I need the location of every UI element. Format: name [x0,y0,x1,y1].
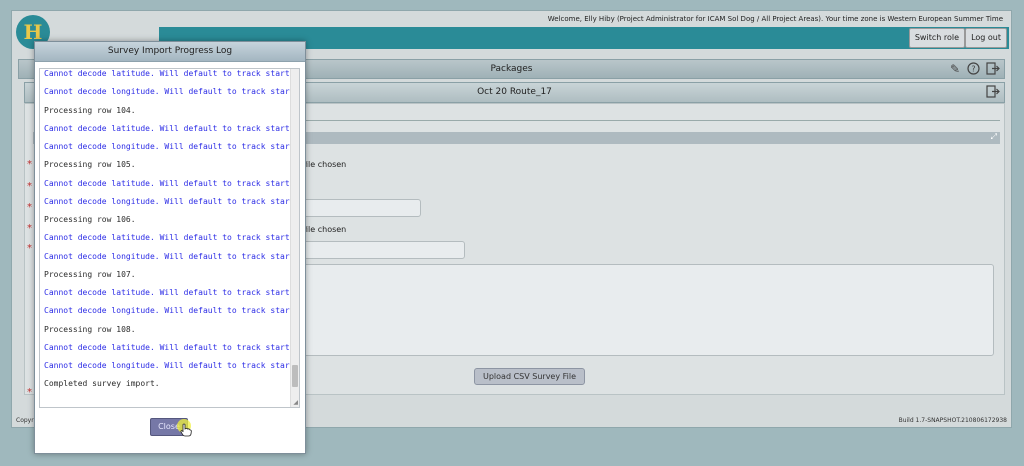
required-marker: * [27,223,32,234]
help-icon[interactable]: ? [967,62,980,78]
build-version: Build 1.7-SNAPSHOT.210806172938 [898,417,1007,424]
progress-log[interactable]: Cannot decode latitude. Will default to … [39,68,300,408]
pencil-icon[interactable]: ✎ [950,62,960,76]
resize-grip-icon[interactable]: ◢ [293,400,298,406]
log-info-line: Processing row 106. [44,215,136,224]
import-progress-dialog: Survey Import Progress Log Cannot decode… [34,41,306,454]
log-lines: Cannot decode latitude. Will default to … [44,69,300,394]
svg-text:?: ? [971,65,975,74]
log-warning-line: Cannot decode latitude. Will default to … [44,233,295,243]
upload-csv-button[interactable]: Upload CSV Survey File [474,368,586,385]
text-field-2[interactable] [303,241,465,259]
log-info-line: Completed survey import. [44,379,160,389]
log-warning-line: Cannot decode longitude. Will default to… [44,87,300,97]
log-warning-line: Cannot decode latitude. Will default to … [44,178,295,188]
log-info-line: Processing row 108. [44,324,136,334]
copyright-text: Copyr [16,417,34,424]
log-warning-line: Cannot decode latitude. Will default to … [44,342,295,352]
required-marker: * [27,387,32,398]
log-warning-line: Cannot decode latitude. Will default to … [44,123,295,133]
route-exit-icon[interactable] [986,85,1000,101]
log-scrollbar[interactable] [290,69,299,407]
log-info-line: Processing row 105. [44,160,136,170]
log-warning-line: Cannot decode longitude. Will default to… [44,196,300,206]
expand-icon[interactable]: ⤢ [991,132,997,142]
file-chosen-label-2: file chosen [303,225,347,234]
required-marker: * [27,159,32,170]
log-warning-line: Cannot decode longitude. Will default to… [44,142,300,151]
logout-button[interactable]: Log out [965,28,1007,48]
required-marker: * [27,181,32,192]
log-warning-line: Cannot decode latitude. Will default to … [44,288,295,297]
exit-icon[interactable] [986,62,1000,78]
welcome-message: Welcome, Elly Hiby (Project Administrato… [547,15,1003,23]
log-info-line: Processing row 104. [44,105,136,115]
log-info-line: Processing row 107. [44,269,136,279]
log-warning-line: Cannot decode longitude. Will default to… [44,361,300,370]
log-warning-line: Cannot decode longitude. Will default to… [44,251,300,261]
required-marker: * [27,243,32,254]
file-chosen-label-1: file chosen [303,160,347,169]
switch-role-button[interactable]: Switch role [908,28,965,48]
text-field-1[interactable] [303,199,421,217]
dialog-title: Survey Import Progress Log [35,42,305,62]
log-warning-line: Cannot decode longitude. Will default to… [44,306,300,316]
required-marker: * [27,202,32,213]
scrollbar-thumb[interactable] [292,365,298,387]
hand-cursor-icon [180,423,192,437]
notes-textarea[interactable] [303,264,994,356]
log-warning-line: Cannot decode latitude. Will default to … [44,69,295,78]
